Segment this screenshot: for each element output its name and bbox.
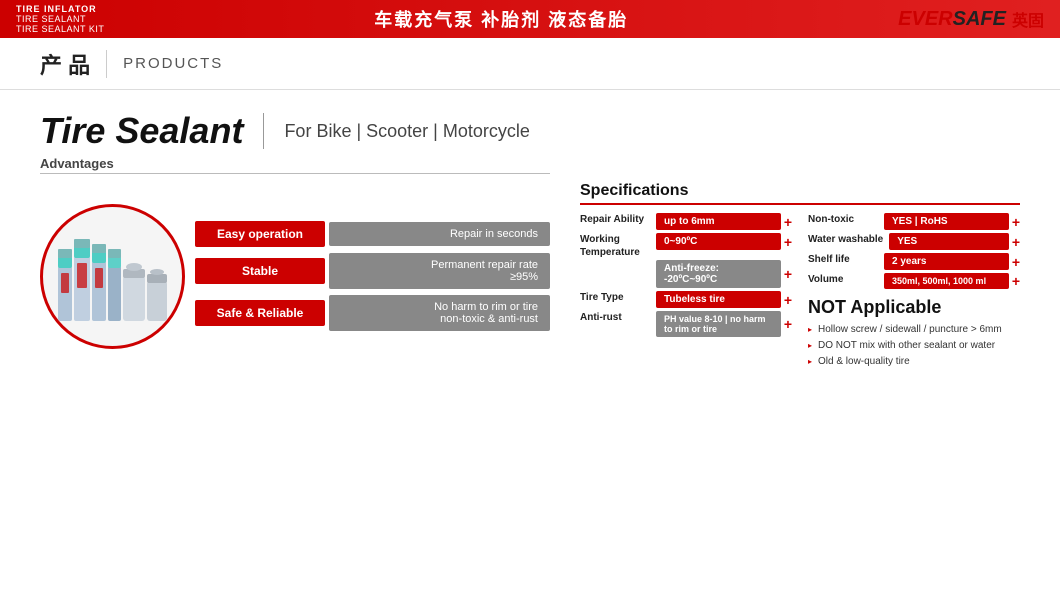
not-applicable-item-2: DO NOT mix with other sealant or water <box>808 338 1020 354</box>
not-applicable-item-1: Hollow screw / sidewall / puncture > 6mm <box>808 322 1020 338</box>
not-applicable-item-3: Old & low-quality tire <box>808 354 1020 370</box>
spec-tire-value-wrap: Tubeless tire + <box>656 291 792 308</box>
spec-water-value: YES <box>889 233 1009 250</box>
header: TIRE INFLATOR TIRE SEALANT TIRE SEALANT … <box>0 0 1060 38</box>
spec-antifreeze: Anti-freeze: -20ºC~90ºC + <box>580 260 792 288</box>
product-image <box>40 204 185 349</box>
spec-volume-label: Volume <box>808 273 878 286</box>
advantage-item-1: Easy operation Repair in seconds <box>195 221 550 247</box>
logo-cn: 英固 <box>1012 7 1044 31</box>
spec-tire-value: Tubeless tire <box>656 291 781 308</box>
product-title-row: Tire Sealant For Bike | Scooter | Motorc… <box>40 110 1020 152</box>
spec-working-value: 0~90ºC <box>656 233 781 250</box>
spec-nontoxic-value-wrap: YES | RoHS + <box>884 213 1020 230</box>
spec-nontoxic-plus[interactable]: + <box>1012 214 1020 230</box>
spec-volume: Volume 350ml, 500ml, 1000 ml + <box>808 273 1020 289</box>
nav-en: PRODUCTS <box>123 55 223 72</box>
advantages-list: Easy operation Repair in seconds Stable … <box>195 221 550 331</box>
spec-water-washable: Water washable YES + <box>808 233 1020 250</box>
spec-water-value-wrap: YES + <box>889 233 1020 250</box>
spec-volume-value-wrap: 350ml, 500ml, 1000 ml + <box>884 273 1020 289</box>
product-title: Tire Sealant <box>40 110 243 152</box>
spec-antirust-label: Anti-rust <box>580 311 650 324</box>
spec-nontoxic: Non-toxic YES | RoHS + <box>808 213 1020 230</box>
spec-antirust-plus[interactable]: + <box>784 316 792 332</box>
navbar: 产 品 PRODUCTS <box>0 38 1060 90</box>
spec-volume-plus[interactable]: + <box>1012 273 1020 289</box>
spec-water-label: Water washable <box>808 233 883 246</box>
spec-working-label: WorkingTemperature <box>580 233 650 259</box>
title-divider <box>263 113 264 149</box>
spec-repair-label: Repair Ability <box>580 213 650 226</box>
right-side: Specifications Repair Ability up to 6mm … <box>580 182 1020 370</box>
specs-columns: Repair Ability up to 6mm + WorkingTemper… <box>580 213 1020 370</box>
spec-repair-ability: Repair Ability up to 6mm + <box>580 213 792 230</box>
spec-shelf-value-wrap: 2 years + <box>884 253 1020 270</box>
spec-working-value-wrap: 0~90ºC + <box>656 233 792 250</box>
advantage-desc-2: Permanent repair rate≥95% <box>329 253 550 289</box>
spec-shelf-plus[interactable]: + <box>1012 254 1020 270</box>
spec-repair-plus[interactable]: + <box>784 214 792 230</box>
spec-antirust-value-wrap: PH value 8-10 | no harm to rim or tire + <box>656 311 792 337</box>
specs-right-col: Non-toxic YES | RoHS + Water washable YE… <box>808 213 1020 370</box>
spec-shelf-value: 2 years <box>884 253 1009 270</box>
advantage-label-2: Stable <box>195 258 325 284</box>
spec-nontoxic-label: Non-toxic <box>808 213 878 226</box>
specs-left-col: Repair Ability up to 6mm + WorkingTemper… <box>580 213 792 370</box>
advantage-item-2: Stable Permanent repair rate≥95% <box>195 253 550 289</box>
spec-volume-value: 350ml, 500ml, 1000 ml <box>884 273 1009 289</box>
advantages-label: Advantages <box>40 156 550 174</box>
header-title: 车载充气泵 补胎剂 液态备胎 <box>374 6 628 32</box>
advantage-desc-3: No harm to rim or tirenon-toxic & anti-r… <box>329 295 550 331</box>
logo-ever: EVER <box>898 8 952 31</box>
spec-antifreeze-plus[interactable]: + <box>784 266 792 282</box>
spec-nontoxic-value: YES | RoHS <box>884 213 1009 230</box>
nav-cn[interactable]: 产 品 <box>40 48 90 80</box>
specs-title: Specifications <box>580 182 1020 205</box>
advantage-label-1: Easy operation <box>195 221 325 247</box>
not-applicable-section: NOT Applicable Hollow screw / sidewall /… <box>808 297 1020 370</box>
logo-safe: SAFE <box>953 8 1006 31</box>
left-side: Easy operation Repair in seconds Stable … <box>40 182 550 370</box>
spec-antifreeze-value: Anti-freeze: -20ºC~90ºC <box>656 260 781 288</box>
spec-working-plus[interactable]: + <box>784 234 792 250</box>
not-applicable-list: Hollow screw / sidewall / puncture > 6mm… <box>808 322 1020 370</box>
nav-divider <box>106 50 107 78</box>
spec-shelf-life: Shelf life 2 years + <box>808 253 1020 270</box>
spec-tire-type: Tire Type Tubeless tire + <box>580 291 792 308</box>
spec-antifreeze-value-wrap: Anti-freeze: -20ºC~90ºC + <box>656 260 792 288</box>
spec-water-plus[interactable]: + <box>1012 234 1020 250</box>
header-left: TIRE INFLATOR TIRE SEALANT TIRE SEALANT … <box>16 4 104 34</box>
spec-shelf-label: Shelf life <box>808 253 878 266</box>
advantage-item-3: Safe & Reliable No harm to rim or tireno… <box>195 295 550 331</box>
main-content: Tire Sealant For Bike | Scooter | Motorc… <box>0 90 1060 380</box>
header-line3: TIRE SEALANT KIT <box>16 24 104 34</box>
spec-antirust: Anti-rust PH value 8-10 | no harm to rim… <box>580 311 792 337</box>
content-area: Easy operation Repair in seconds Stable … <box>40 182 1020 370</box>
header-line2: TIRE SEALANT <box>16 14 104 24</box>
product-subtitle: For Bike | Scooter | Motorcycle <box>284 121 529 142</box>
spec-repair-value-wrap: up to 6mm + <box>656 213 792 230</box>
header-line1: TIRE INFLATOR <box>16 4 104 14</box>
spec-repair-value: up to 6mm <box>656 213 781 230</box>
spec-antirust-value: PH value 8-10 | no harm to rim or tire <box>656 311 781 337</box>
advantage-desc-1: Repair in seconds <box>329 222 550 246</box>
spec-working-temp: WorkingTemperature 0~90ºC + <box>580 233 792 259</box>
eversafe-logo: EVERSAFE 英固 <box>898 7 1044 31</box>
bottle-svg <box>48 211 178 341</box>
spec-tire-label: Tire Type <box>580 291 650 304</box>
spec-tire-plus[interactable]: + <box>784 292 792 308</box>
advantage-label-3: Safe & Reliable <box>195 300 325 326</box>
not-applicable-title: NOT Applicable <box>808 297 1020 318</box>
